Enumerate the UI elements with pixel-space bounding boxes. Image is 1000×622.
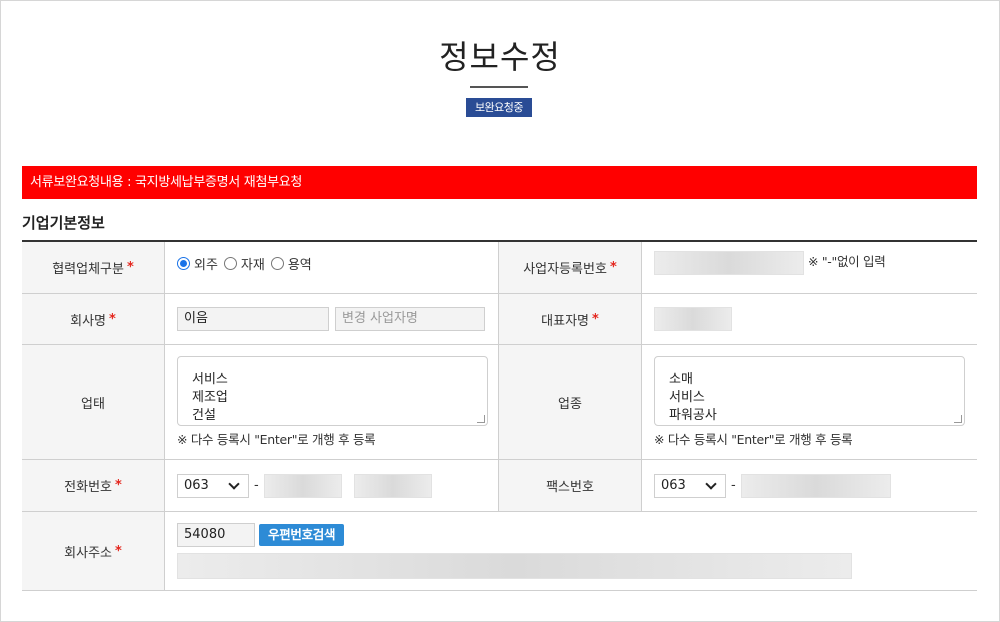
textarea-line: 제조업 bbox=[192, 390, 228, 405]
business-type-label: 업태 bbox=[22, 345, 165, 459]
radio-label-material: 자재 bbox=[240, 258, 265, 273]
zip-row: 54080 우편번호검색 bbox=[177, 523, 345, 547]
chevron-down-icon bbox=[228, 477, 240, 490]
changed-company-name-placeholder: 변경 사업자명 bbox=[342, 311, 418, 326]
address-cell: 54080 우편번호검색 bbox=[165, 512, 977, 590]
supplement-request-alert: 서류보완요청내용 : 국지방세납부증명서 재첨부요청 bbox=[22, 166, 977, 199]
business-reg-no-label: 사업자등록번호 * bbox=[499, 242, 642, 293]
business-item-note: ※ 다수 등록시 "Enter"로 개행 후 등록 bbox=[654, 432, 853, 447]
business-reg-no-input[interactable] bbox=[654, 250, 804, 275]
radio-material[interactable] bbox=[223, 257, 237, 270]
company-name-cell: 이음 변경 사업자명 bbox=[165, 294, 499, 344]
textarea-line: 서비스 bbox=[192, 372, 228, 387]
company-info-form: 협력업체구분 * 외주 자재 용역 사업자등록번호 * ※ "-"없이 입력 회사명… bbox=[22, 240, 977, 591]
phone-middle-input[interactable] bbox=[263, 473, 342, 498]
phone-dash: - bbox=[254, 478, 259, 493]
phone-area-code-select[interactable]: 063 bbox=[177, 473, 249, 498]
section-title: 기업기본정보 bbox=[22, 214, 105, 232]
textarea-line: 건설 bbox=[192, 408, 216, 423]
form-row: 협력업체구분 * 외주 자재 용역 사업자등록번호 * ※ "-"없이 입력 bbox=[22, 242, 977, 294]
phone-cell: 063 - bbox=[165, 460, 499, 511]
company-name-input[interactable]: 이음 bbox=[177, 307, 329, 331]
business-type-note: ※ 다수 등록시 "Enter"로 개행 후 등록 bbox=[177, 432, 376, 447]
phone-area-code-value: 063 bbox=[184, 478, 209, 493]
partner-type-radio-group: 외주 자재 용역 bbox=[177, 254, 314, 273]
radio-service[interactable] bbox=[270, 257, 284, 270]
partner-type-label: 협력업체구분 * bbox=[22, 242, 165, 293]
business-item-textarea[interactable]: 소매 서비스 파워공사 bbox=[654, 356, 965, 426]
changed-company-name-input[interactable]: 변경 사업자명 bbox=[335, 307, 485, 331]
required-mark: * bbox=[126, 260, 134, 275]
phone-last-input[interactable] bbox=[353, 473, 432, 498]
fax-number-input[interactable] bbox=[740, 473, 891, 498]
radio-label-service: 용역 bbox=[287, 258, 312, 273]
textarea-line: 파워공사 bbox=[669, 408, 717, 423]
ceo-name-cell bbox=[642, 294, 977, 344]
resize-handle-icon[interactable] bbox=[477, 415, 485, 423]
fax-dash: - bbox=[731, 478, 736, 493]
business-item-label: 업종 bbox=[499, 345, 642, 459]
fax-area-code-value: 063 bbox=[661, 478, 686, 493]
required-mark: * bbox=[115, 543, 122, 559]
fax-cell: 063 - bbox=[642, 460, 977, 511]
business-type-cell: 서비스 제조업 건설 ※ 다수 등록시 "Enter"로 개행 후 등록 bbox=[165, 345, 499, 459]
required-mark: * bbox=[115, 478, 122, 493]
phone-label: 전화번호 * bbox=[22, 460, 165, 511]
business-item-cell: 소매 서비스 파워공사 ※ 다수 등록시 "Enter"로 개행 후 등록 bbox=[642, 345, 977, 459]
required-mark: * bbox=[592, 311, 599, 327]
ceo-name-input[interactable] bbox=[654, 307, 732, 331]
business-reg-no-cell: ※ "-"없이 입력 bbox=[642, 242, 977, 293]
radio-outsourcing[interactable] bbox=[177, 257, 190, 270]
company-name-label: 회사명 * bbox=[22, 294, 165, 344]
fax-area-code-select[interactable]: 063 bbox=[654, 473, 726, 498]
address-input[interactable] bbox=[177, 553, 852, 579]
business-type-textarea[interactable]: 서비스 제조업 건설 bbox=[177, 356, 488, 426]
resize-handle-icon[interactable] bbox=[954, 415, 962, 423]
required-mark: * bbox=[609, 260, 617, 275]
required-mark: * bbox=[109, 311, 116, 327]
textarea-line: 소매 bbox=[669, 372, 693, 387]
radio-label-outsourcing: 외주 bbox=[194, 258, 218, 273]
textarea-line: 서비스 bbox=[669, 390, 705, 405]
chevron-down-icon bbox=[705, 477, 717, 490]
form-row: 회사명 * 이음 변경 사업자명 대표자명 * bbox=[22, 294, 977, 345]
address-label: 회사주소 * bbox=[22, 512, 165, 590]
zip-search-button[interactable]: 우편번호검색 bbox=[259, 524, 345, 546]
ceo-name-label: 대표자명 * bbox=[499, 294, 642, 344]
status-badge: 보완요청중 bbox=[466, 98, 532, 117]
title-divider bbox=[470, 86, 528, 88]
form-row: 업태 서비스 제조업 건설 ※ 다수 등록시 "Enter"로 개행 후 등록 … bbox=[22, 345, 977, 460]
page-title: 정보수정 bbox=[439, 38, 561, 76]
form-row: 회사주소 * 54080 우편번호검색 bbox=[22, 512, 977, 591]
form-row: 전화번호 * 063 - 팩스번호 063 - bbox=[22, 460, 977, 512]
zip-code-input[interactable]: 54080 bbox=[177, 523, 255, 547]
fax-label: 팩스번호 bbox=[499, 460, 642, 511]
business-reg-no-hint: ※ "-"없이 입력 bbox=[808, 254, 886, 269]
partner-type-cell: 외주 자재 용역 bbox=[165, 242, 499, 293]
